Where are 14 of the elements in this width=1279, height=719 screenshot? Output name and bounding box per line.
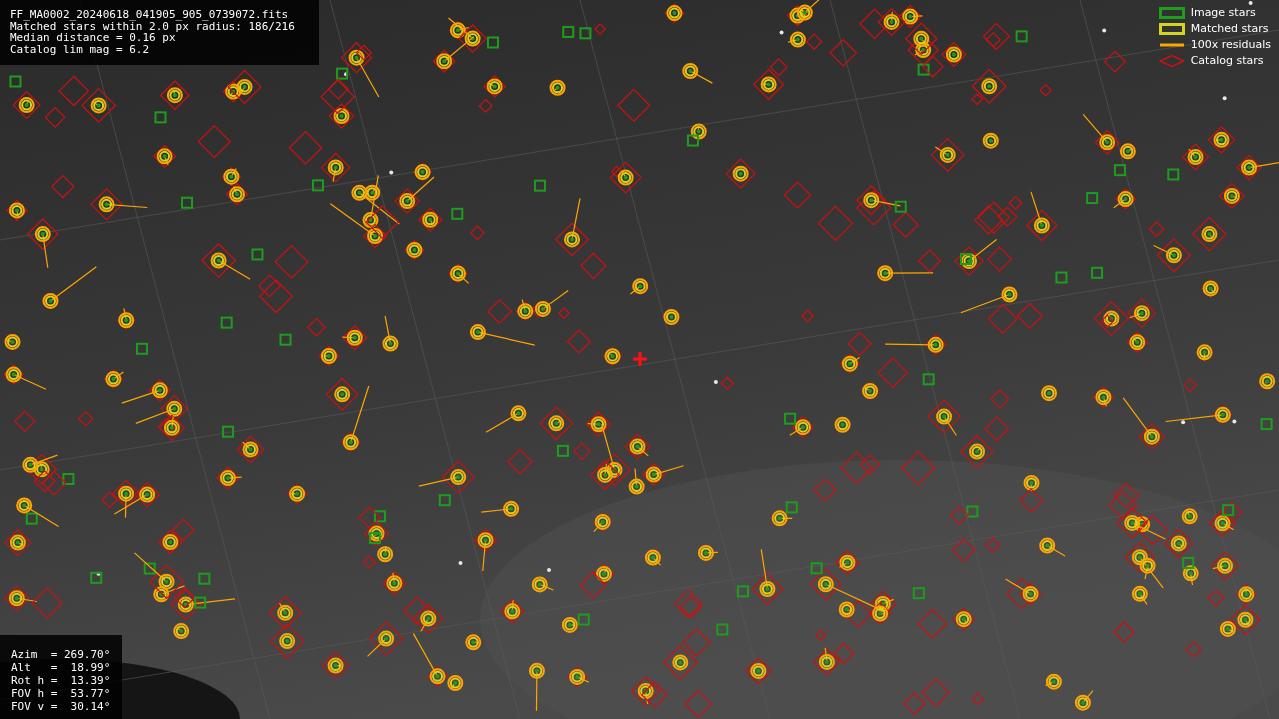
info-text: Matched stars within 2.0 px radius: 186/216	[10, 20, 296, 32]
info-text: FF_MA0002_20240618_041905_905_0739072.fits	[10, 9, 290, 21]
legend-label: Matched stars	[1190, 22, 1269, 35]
pointing-text: Rot h = 13.39°	[11, 674, 111, 687]
pointing-text: Azim = 269.70°	[11, 648, 111, 661]
pointing-text: FOV v = 30.14°	[11, 700, 111, 713]
info-text: Catalog lim mag = 6.2	[10, 43, 151, 55]
pointing-text: Alt = 18.99°	[11, 661, 111, 674]
info-text: Median distance = 0.16 px	[10, 32, 176, 44]
legend-label: Catalog stars	[1190, 54, 1264, 67]
legend-label: Image stars	[1190, 6, 1256, 19]
legend-label: 100x residuals	[1190, 38, 1271, 51]
crosshair-icon	[633, 352, 647, 366]
pointing-text: FOV h = 53.77°	[11, 687, 111, 700]
